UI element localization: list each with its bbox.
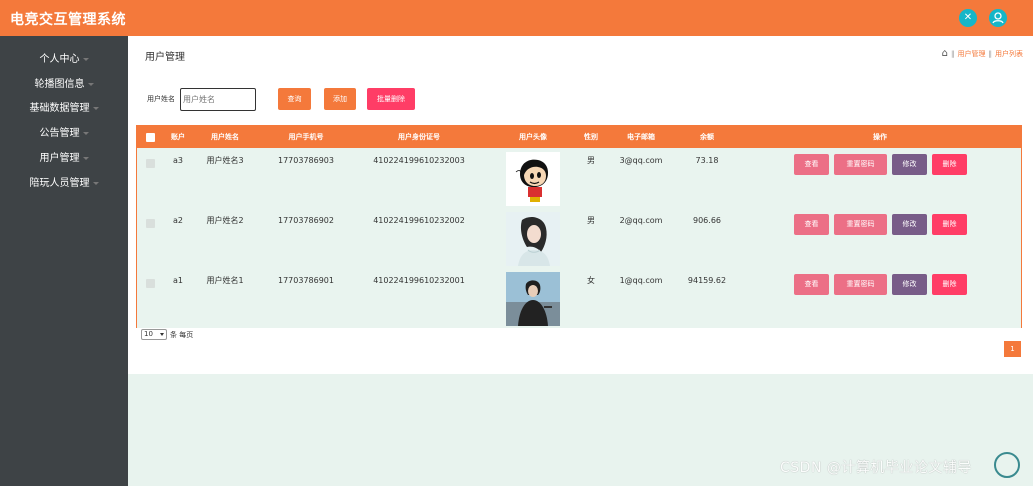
reset-password-button[interactable]: 重置密码 [834,154,887,175]
view-button[interactable]: 查看 [794,154,829,175]
reset-password-button[interactable]: 重置密码 [834,214,887,235]
cell-gender: 男 [587,156,595,165]
app-title: 电竞交互管理系统 [10,12,126,28]
column-header: 用户头像 [519,133,547,141]
sidebar-item-base-data[interactable]: 基础数据管理 [0,101,128,117]
user-table: 账户 用户姓名 用户手机号 用户身份证号 用户头像 性别 电子邮箱 余额 操作 … [136,125,1022,328]
view-button[interactable]: 查看 [794,274,829,295]
table-row: a3 用户姓名3 17703786903 410224199610232003 … [137,148,1021,208]
cell-account: a3 [173,156,183,165]
edit-button[interactable]: 修改 [892,154,927,175]
delete-button[interactable]: 删除 [932,274,967,295]
cell-name: 用户姓名2 [206,216,244,225]
cell-id-card: 410224199610232002 [373,216,465,225]
reset-password-button[interactable]: 重置密码 [834,274,887,295]
breadcrumb-item[interactable]: 用户管理 [958,49,986,59]
edit-button[interactable]: 修改 [892,214,927,235]
search-input[interactable] [180,88,256,111]
cell-id-card: 410224199610232003 [373,156,465,165]
page-title: 用户管理 [145,52,185,63]
sidebar-item-carousel[interactable]: 轮播图信息 [0,77,128,93]
column-header: 电子邮箱 [627,133,655,141]
chevron-down-icon [87,82,94,86]
user-icon[interactable] [989,9,1007,27]
cell-name: 用户姓名3 [206,156,244,165]
breadcrumb: ⌂ ‖ 用户管理 ‖ 用户列表 [941,48,1023,59]
cell-id-card: 410224199610232001 [373,276,465,285]
cell-email: 3@qq.com [619,156,663,165]
sidebar: 个人中心 轮播图信息 基础数据管理 公告管理 用户管理 陪玩人员管理 [0,36,128,486]
search-button[interactable]: 查询 [278,88,311,110]
table-header: 账户 用户姓名 用户手机号 用户身份证号 用户头像 性别 电子邮箱 余额 操作 [137,126,1021,148]
cell-name: 用户姓名1 [206,276,244,285]
column-header: 余额 [700,133,714,141]
select-all-checkbox[interactable] [146,133,155,142]
cell-gender: 男 [587,216,595,225]
chevron-down-icon [92,181,99,185]
cell-phone: 17703786902 [278,216,334,225]
man-outdoor-avatar [506,272,560,326]
column-header: 用户姓名 [211,133,239,141]
main-panel: 用户管理 ⌂ ‖ 用户管理 ‖ 用户列表 用户姓名 查询 添加 批量删除 账户 … [128,36,1033,374]
cell-phone: 17703786901 [278,276,334,285]
view-button[interactable]: 查看 [794,214,829,235]
float-action-icon[interactable] [994,452,1020,478]
expand-icon[interactable]: ✕ [959,9,977,27]
cell-balance: 94159.62 [687,276,727,285]
cartoon-avatar [506,152,560,206]
search-label: 用户姓名 [147,95,175,103]
column-header: 操作 [873,133,887,141]
row-checkbox[interactable] [146,279,155,288]
cell-email: 2@qq.com [619,216,663,225]
chevron-down-icon [82,57,89,61]
cell-balance: 73.18 [695,156,719,165]
sidebar-item-personal-center[interactable]: 个人中心 [0,52,128,68]
watermark: CSDN @计算机毕业论文辅导 [780,460,972,476]
batch-delete-button[interactable]: 批量删除 [367,88,415,110]
row-checkbox[interactable] [146,219,155,228]
chevron-down-icon [82,131,89,135]
cell-phone: 17703786903 [278,156,334,165]
cell-email: 1@qq.com [619,276,663,285]
page-size-label: 条 每页 [170,331,194,339]
column-header: 用户身份证号 [398,133,440,141]
table-row: a1 用户姓名1 17703786901 410224199610232001 … [137,268,1021,328]
chevron-down-icon [92,106,99,110]
chevron-down-icon [160,333,164,336]
sidebar-item-companions[interactable]: 陪玩人员管理 [0,176,128,192]
home-icon[interactable]: ⌂ [942,48,948,59]
page-button-current[interactable]: 1 [1004,341,1021,357]
sidebar-item-users[interactable]: 用户管理 [0,151,128,167]
cell-account: a2 [173,216,183,225]
cell-balance: 906.66 [693,216,721,225]
delete-button[interactable]: 删除 [932,154,967,175]
woman-portrait-avatar [506,212,560,266]
sidebar-item-notices[interactable]: 公告管理 [0,126,128,142]
breadcrumb-item[interactable]: 用户列表 [995,49,1023,59]
top-bar: 电竞交互管理系统 ✕ [0,0,1033,36]
table-row: a2 用户姓名2 17703786902 410224199610232002 … [137,208,1021,268]
edit-button[interactable]: 修改 [892,274,927,295]
column-header: 性别 [584,133,598,141]
column-header: 用户手机号 [288,133,324,141]
chevron-down-icon [82,156,89,160]
add-button[interactable]: 添加 [324,88,356,110]
cell-gender: 女 [587,276,595,285]
column-header: 账户 [171,133,185,141]
row-checkbox[interactable] [146,159,155,168]
delete-button[interactable]: 删除 [932,214,967,235]
page-size-select[interactable]: 10 [141,329,167,340]
cell-account: a1 [173,276,183,285]
